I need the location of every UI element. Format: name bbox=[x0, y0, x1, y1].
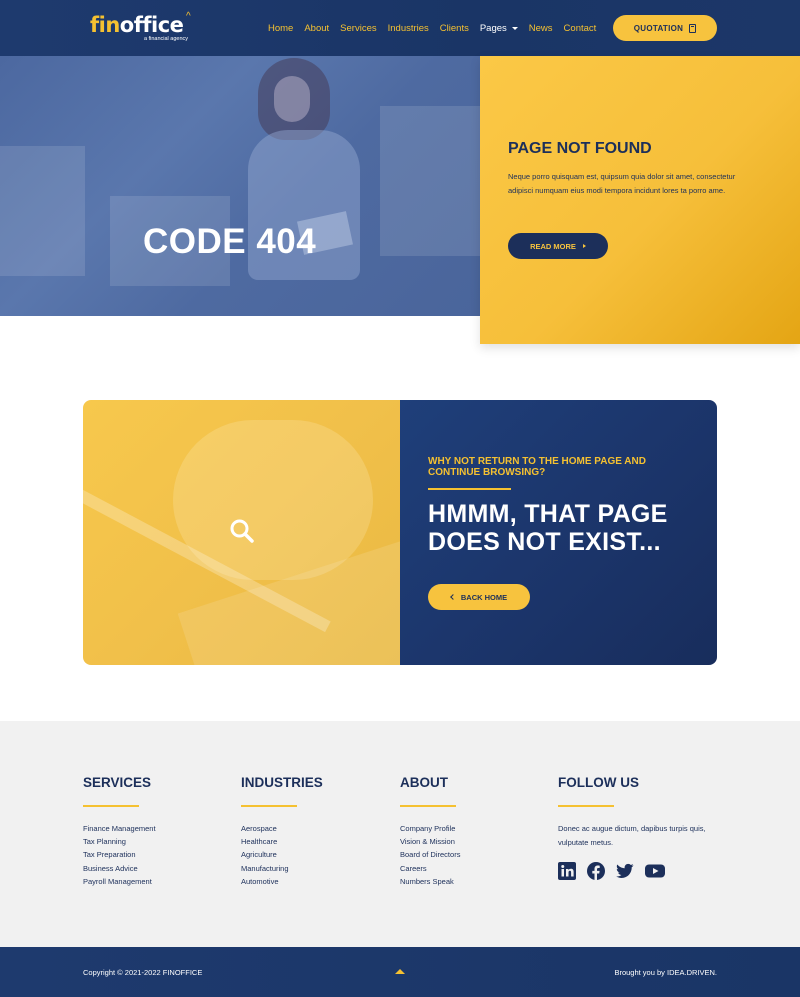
panel-image bbox=[83, 400, 400, 665]
footer-link[interactable]: Automotive bbox=[241, 875, 323, 888]
nav-industries[interactable]: Industries bbox=[388, 23, 429, 34]
nav-services[interactable]: Services bbox=[340, 23, 376, 34]
card-text: Neque porro quisquam est, quipsum quia d… bbox=[508, 172, 736, 195]
footer-link[interactable]: Agriculture bbox=[241, 848, 323, 861]
footer-heading: FOLLOW US bbox=[558, 775, 639, 790]
twitter-icon[interactable] bbox=[616, 862, 634, 880]
hero-image: CODE 404 bbox=[0, 56, 480, 316]
back-home-label: BACK HOME bbox=[460, 592, 508, 602]
divider bbox=[428, 488, 511, 490]
footer-link[interactable]: Vision & Mission bbox=[400, 835, 460, 848]
footer-link[interactable]: Company Profile bbox=[400, 822, 460, 835]
search-icon[interactable] bbox=[229, 518, 255, 544]
nav-about[interactable]: About bbox=[304, 23, 329, 34]
footer-about: ABOUT Company Profile Vision & Mission B… bbox=[400, 775, 460, 889]
footer-link[interactable]: Finance Management bbox=[83, 822, 156, 835]
footer-follow-text: Donec ac augue dictum, dapibus turpis qu… bbox=[558, 823, 706, 847]
error-panel: WHY NOT RETURN TO THE HOME PAGE AND CONT… bbox=[83, 400, 717, 665]
divider bbox=[83, 805, 139, 807]
footer-link[interactable]: Careers bbox=[400, 862, 460, 875]
main-nav: Home About Services Industries Clients P… bbox=[268, 0, 607, 56]
arrow-right-icon bbox=[582, 244, 586, 248]
footer-heading: INDUSTRIES bbox=[241, 775, 323, 790]
divider bbox=[241, 805, 297, 807]
footer-link[interactable]: Board of Directors bbox=[400, 848, 460, 861]
nav-news[interactable]: News bbox=[529, 23, 553, 34]
logo-tagline: a financial agency bbox=[144, 36, 189, 42]
divider bbox=[400, 805, 456, 807]
chevron-left-icon bbox=[450, 594, 456, 600]
quotation-button[interactable]: QUOTATION bbox=[613, 15, 717, 41]
shelf-shape bbox=[380, 106, 480, 256]
footer-link[interactable]: Numbers Speak bbox=[400, 875, 460, 888]
logo-hat-icon: ^ bbox=[186, 11, 191, 22]
facebook-icon[interactable] bbox=[587, 861, 605, 880]
footer-link[interactable]: Aerospace bbox=[241, 822, 323, 835]
footer-link[interactable]: Payroll Management bbox=[83, 875, 156, 888]
nav-clients[interactable]: Clients bbox=[440, 23, 469, 34]
panel-eyebrow: WHY NOT RETURN TO THE HOME PAGE AND CONT… bbox=[428, 456, 646, 478]
footer-industries: INDUSTRIES Aerospace Healthcare Agricult… bbox=[241, 775, 323, 889]
woman-on-phone-image bbox=[240, 56, 380, 316]
card-title: PAGE NOT FOUND bbox=[508, 140, 652, 157]
credit-text[interactable]: Brought you by IDEA.DRIVEN. bbox=[614, 968, 717, 977]
nav-contact[interactable]: Contact bbox=[564, 23, 597, 34]
read-more-label: READ MORE bbox=[530, 241, 576, 251]
footer-link[interactable]: Manufacturing bbox=[241, 862, 323, 875]
calculator-icon bbox=[689, 23, 697, 33]
nav-home[interactable]: Home bbox=[268, 23, 293, 34]
site-footer: SERVICES Finance Management Tax Planning… bbox=[0, 721, 800, 947]
footer-heading: ABOUT bbox=[400, 775, 448, 790]
footer-link[interactable]: Tax Planning bbox=[83, 835, 156, 848]
footer-link[interactable]: Healthcare bbox=[241, 835, 323, 848]
logo-fin-text: fin bbox=[90, 13, 120, 37]
panel-headline: HMMM, THAT PAGE DOES NOT EXIST... bbox=[428, 500, 668, 556]
logo[interactable]: finoffice ^ a financial agency bbox=[90, 12, 200, 46]
logo-office-text: offic bbox=[119, 13, 170, 37]
linkedin-icon[interactable] bbox=[558, 861, 576, 880]
youtube-icon[interactable] bbox=[645, 862, 665, 880]
copyright-text: Copyright © 2021-2022 FINOFFICE bbox=[83, 968, 203, 977]
bottom-bar: Copyright © 2021-2022 FINOFFICE Brought … bbox=[0, 947, 800, 997]
scroll-top-icon[interactable] bbox=[395, 969, 405, 974]
hero-title: CODE 404 bbox=[143, 222, 317, 261]
quotation-label: QUOTATION bbox=[633, 23, 684, 33]
footer-follow: FOLLOW US Donec ac augue dictum, dapibus… bbox=[558, 775, 718, 880]
footer-services: SERVICES Finance Management Tax Planning… bbox=[83, 775, 156, 889]
footer-link[interactable]: Tax Preparation bbox=[83, 848, 156, 861]
shelf-shape bbox=[0, 146, 85, 276]
page-not-found-card: PAGE NOT FOUND Neque porro quisquam est,… bbox=[480, 56, 800, 344]
panel-content: WHY NOT RETURN TO THE HOME PAGE AND CONT… bbox=[400, 400, 717, 665]
footer-heading: SERVICES bbox=[83, 775, 152, 790]
nav-pages-label: Pages bbox=[479, 22, 507, 34]
back-home-button[interactable]: BACK HOME bbox=[428, 584, 530, 610]
chevron-down-icon bbox=[511, 26, 518, 30]
logo-e-text: e bbox=[169, 13, 184, 37]
social-links bbox=[558, 861, 718, 880]
footer-link[interactable]: Business Advice bbox=[83, 862, 156, 875]
divider bbox=[558, 805, 614, 807]
read-more-button[interactable]: READ MORE bbox=[508, 233, 608, 259]
nav-pages[interactable]: Pages bbox=[480, 23, 518, 34]
site-header: finoffice ^ a financial agency Home Abou… bbox=[0, 0, 800, 56]
